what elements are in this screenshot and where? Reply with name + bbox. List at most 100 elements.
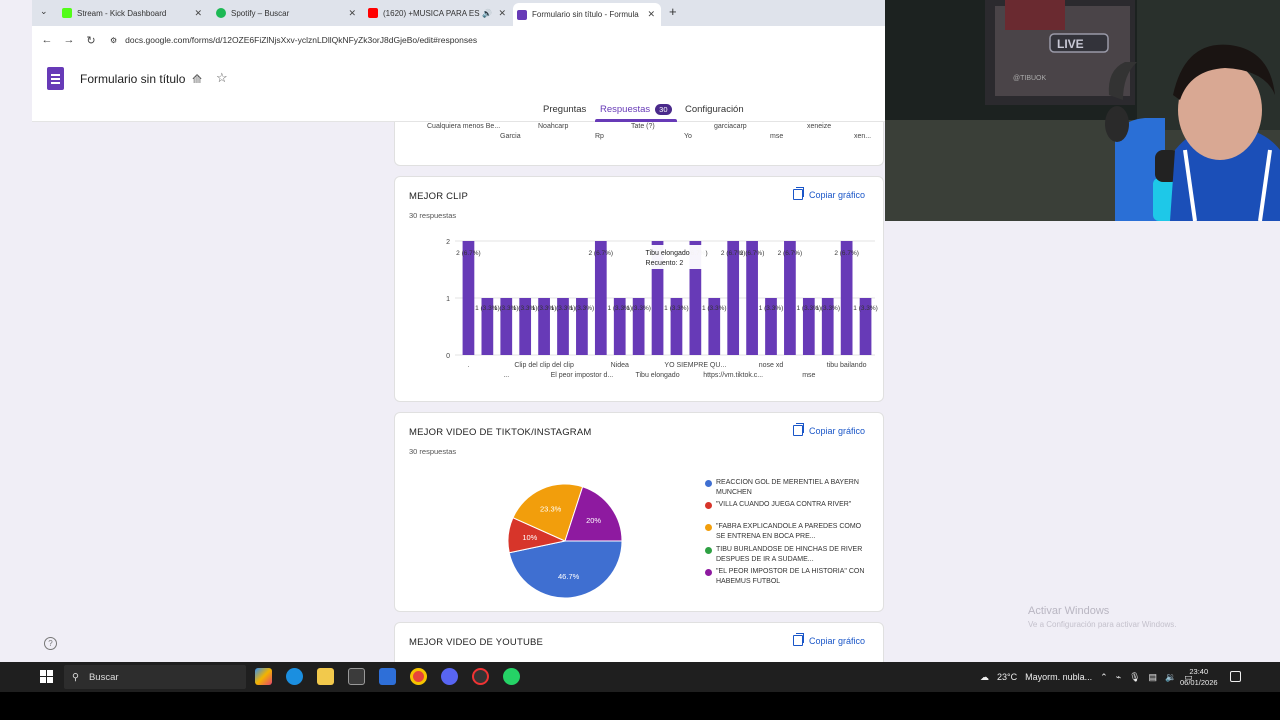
clock[interactable]: 23:40 06/01/2026 bbox=[1180, 666, 1218, 688]
pie-chart[interactable]: 46.7% 10% 23.3% 20% bbox=[475, 471, 715, 601]
letterbox-bar bbox=[0, 692, 1280, 720]
weather-icon[interactable]: ☁ bbox=[980, 672, 989, 683]
taskbar-search[interactable]: ⚲ Buscar bbox=[64, 665, 246, 689]
webcam-feed-image: LIVE @TIBUOK bbox=[885, 0, 1280, 221]
x-tick-label: Clip del clip del clip bbox=[514, 362, 574, 369]
forward-arrow-icon[interactable]: → bbox=[58, 34, 80, 46]
microphone-icon[interactable]: 🎙 bbox=[1129, 672, 1140, 683]
legend-item[interactable]: "EL PEOR IMPOSTOR DE LA HISTORIA" CON HA… bbox=[705, 567, 865, 587]
obs-icon[interactable] bbox=[472, 668, 489, 685]
whatsapp-icon[interactable] bbox=[503, 668, 520, 685]
legend-label: "EL PEOR IMPOSTOR DE LA HISTORIA" CON HA… bbox=[716, 568, 865, 585]
tab-label: (1620) +MUSICA PARA ESP bbox=[383, 8, 485, 18]
browser-toolbar: ← → ↻ ⚙ docs.google.com/forms/d/12OZE6Fi… bbox=[32, 26, 885, 54]
activate-windows-watermark: Activar Windows Ve a Configuración para … bbox=[1028, 605, 1177, 629]
help-icon[interactable]: ? bbox=[44, 637, 57, 650]
move-to-folder-icon[interactable]: ⟰ bbox=[192, 72, 202, 86]
back-arrow-icon[interactable]: ← bbox=[36, 34, 58, 46]
tab-respuestas[interactable]: Respuestas 30 bbox=[600, 104, 672, 115]
pie-slice-label: 20% bbox=[586, 516, 601, 525]
edge-icon[interactable] bbox=[286, 668, 303, 685]
volume-icon[interactable]: 🔉 bbox=[1165, 672, 1176, 683]
bar-chart[interactable]: 0 1 2 2 (6.7%) 1 (3.3%) 1 (3.3%) 1 (3.3%) 1 (3.… bbox=[395, 231, 883, 391]
microsoft-store-icon[interactable] bbox=[348, 668, 365, 685]
webcam-overlay: LIVE @TIBUOK bbox=[885, 0, 1280, 221]
legend-item[interactable]: REACCION GOL DE MERENTIEL A BAYERN MUNCH… bbox=[705, 478, 865, 498]
url-text[interactable]: docs.google.com/forms/d/12OZE6FiZlNjsXxv… bbox=[125, 35, 477, 45]
x-tick-label: Nidea bbox=[611, 362, 629, 369]
close-icon[interactable]: ✕ bbox=[498, 7, 506, 19]
chart-label: Cualquiera menos Be... bbox=[427, 123, 501, 130]
copy-chart-button[interactable]: Copiar gráfico bbox=[792, 187, 865, 200]
bar bbox=[840, 241, 853, 355]
network-icon[interactable]: ▤ bbox=[1149, 672, 1158, 683]
copy-chart-label: Copiar gráfico bbox=[808, 635, 865, 646]
copy-chart-label: Copiar gráfico bbox=[808, 189, 865, 200]
tab-youtube[interactable]: (1620) +MUSICA PARA ESP 🔊 ✕ bbox=[364, 3, 512, 23]
windows-start-icon[interactable] bbox=[40, 670, 53, 683]
discord-icon[interactable] bbox=[441, 668, 458, 685]
copy-icon bbox=[792, 187, 804, 200]
usb-icon[interactable]: ⌁ bbox=[1116, 672, 1121, 683]
close-icon[interactable]: ✕ bbox=[348, 8, 356, 19]
bar bbox=[727, 241, 740, 355]
chevron-up-icon[interactable]: ⌃ bbox=[1100, 672, 1108, 683]
weather-temp[interactable]: 23°C bbox=[997, 672, 1017, 682]
reload-icon[interactable]: ↻ bbox=[80, 34, 102, 47]
notifications-icon[interactable] bbox=[1230, 671, 1241, 682]
form-nav-tabs: Preguntas Respuestas 30 Configuración bbox=[32, 104, 885, 122]
chart-label: Rp bbox=[595, 133, 604, 140]
close-icon[interactable]: ✕ bbox=[194, 8, 202, 19]
mejor-youtube-card: MEJOR VIDEO DE YOUTUBE Copiar gráfico bbox=[394, 622, 884, 662]
bar-data-label: 2 (6.7%) bbox=[456, 250, 481, 257]
tab-forms[interactable]: Formulario sin título - Formula ✕ bbox=[513, 3, 661, 26]
copy-chart-button[interactable]: Copiar gráfico bbox=[792, 633, 865, 646]
tab-preguntas[interactable]: Preguntas bbox=[543, 104, 586, 115]
legend-label: "FABRA EXPLICANDOLE A PAREDES COMO SE EN… bbox=[716, 523, 862, 540]
bar-data-label: 1 (3.3%) bbox=[759, 305, 784, 312]
new-tab-plus-icon[interactable]: + bbox=[669, 4, 677, 19]
app-icon[interactable] bbox=[379, 668, 396, 685]
copy-icon bbox=[792, 633, 804, 646]
chart-label: garciacarp bbox=[714, 123, 747, 130]
tab-configuracion[interactable]: Configuración bbox=[685, 104, 744, 115]
tab-respuestas-label: Respuestas bbox=[600, 104, 651, 115]
address-bar[interactable]: ⚙ docs.google.com/forms/d/12OZE6FiZlNjsX… bbox=[110, 35, 477, 45]
weather-description[interactable]: Mayorm. nubla... bbox=[1025, 672, 1092, 682]
question-title: MEJOR VIDEO DE YOUTUBE bbox=[409, 637, 544, 648]
copy-chart-button[interactable]: Copiar gráfico bbox=[792, 423, 865, 436]
bar bbox=[462, 241, 475, 355]
mejor-clip-card: MEJOR CLIP 30 respuestas Copiar gráfico … bbox=[394, 176, 884, 402]
legend-item[interactable]: "FABRA EXPLICANDOLE A PAREDES COMO SE EN… bbox=[705, 522, 865, 542]
google-forms-logo-icon[interactable] bbox=[47, 67, 64, 90]
close-icon[interactable]: ✕ bbox=[647, 9, 655, 20]
tab-spotify[interactable]: Spotify – Buscar ✕ bbox=[212, 3, 362, 23]
kick-icon bbox=[62, 8, 72, 18]
mejor-tiktok-card: MEJOR VIDEO DE TIKTOK/INSTAGRAM 30 respu… bbox=[394, 412, 884, 612]
legend-item[interactable]: "VILLA CUANDO JUEGA CONTRA RIVER" bbox=[705, 500, 865, 510]
tab-kick[interactable]: Stream - Kick Dashboard ✕ bbox=[58, 3, 208, 23]
question-title: MEJOR CLIP bbox=[409, 191, 469, 202]
legend-swatch bbox=[705, 547, 712, 554]
legend-item[interactable]: TIBU BURLANDOSE DE HINCHAS DE RIVER DESP… bbox=[705, 545, 865, 565]
tab-label: Spotify – Buscar bbox=[231, 8, 290, 18]
x-tick-label: nose xd bbox=[759, 362, 784, 369]
bar-data-label: 1 (3.3%) bbox=[570, 305, 595, 312]
speaker-icon[interactable]: 🔊 bbox=[480, 8, 492, 18]
bar-data-label: 1 (3.3%) bbox=[853, 305, 878, 312]
legend-swatch bbox=[705, 480, 712, 487]
copilot-icon[interactable] bbox=[255, 668, 272, 685]
form-title[interactable]: Formulario sin título bbox=[80, 72, 185, 86]
pie-slice-label: 10% bbox=[522, 533, 537, 542]
clock-time: 23:40 bbox=[1189, 667, 1209, 676]
bar bbox=[784, 241, 796, 355]
file-explorer-icon[interactable] bbox=[317, 668, 334, 685]
star-icon[interactable]: ☆ bbox=[216, 70, 228, 86]
previous-question-card: Cualquiera menos Be... Noahcarp Tate (?)… bbox=[394, 122, 884, 166]
bar-data-label: 2 (6.7%) bbox=[778, 250, 803, 257]
site-info-icon[interactable]: ⚙ bbox=[110, 36, 117, 45]
chrome-icon[interactable] bbox=[410, 668, 427, 685]
clock-date: 06/01/2026 bbox=[1180, 678, 1218, 687]
responses-content[interactable]: Cualquiera menos Be... Noahcarp Tate (?)… bbox=[32, 122, 885, 662]
tab-search-chevron-icon[interactable]: ⌄ bbox=[40, 6, 48, 17]
